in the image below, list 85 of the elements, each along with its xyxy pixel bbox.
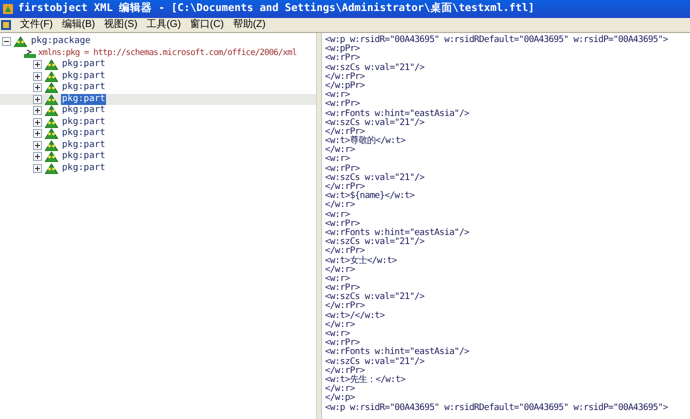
tree-node[interactable]: pkg:package [30,36,92,48]
code-line: <w:r> [325,274,350,284]
expand-icon[interactable] [33,118,42,127]
tree-node[interactable]: pkg:part [61,59,106,70]
code-line: <w:szCs w:val="21"/> [325,118,426,128]
code-line: <w:t>/</w:t> [325,312,386,321]
code-line: <w:rPr> [325,339,360,348]
tree-node[interactable]: pkg:part [61,128,106,140]
code-line: <w:szCs w:val="21"/> [325,358,426,367]
code-line: <w:szCs w:val="21"/> [325,293,426,302]
menu-item[interactable]: 窗口(C) [190,19,224,31]
code-line: <w:t>尊敬的</w:t> [325,137,406,146]
tree-node[interactable]: pkg:part [61,151,106,162]
code-line: <w:p w:rsidR="00A43695" w:rsidRDefault="00A43695" w:rsidP="00A43695"> [325,36,669,45]
code-line: <w:t>女士</w:t> [325,256,398,266]
expand-icon[interactable] [33,72,42,81]
element-node-icon [45,162,58,174]
element-node-icon [45,140,58,151]
code-line: </w:r> [325,146,356,156]
code-line: </w:rPr> [325,183,365,192]
expand-icon[interactable] [33,140,42,150]
element-node-icon [45,94,58,105]
element-node-icon [45,116,58,128]
code-line: </w:r> [325,385,356,394]
attribute-label[interactable]: xmlns:pkg = http://schemas.microsoft.com/office/2006/xml [38,48,297,59]
element-node-icon [45,70,58,82]
code-line: <w:p w:rsidR="00A43695" w:rsidRDefault="00A43695" w:rsidP="00A43695"> [325,404,669,413]
code-line: <w:r> [325,210,350,220]
menu-item[interactable]: 编辑(B) [62,19,96,31]
menu-item[interactable]: 文件(F) [20,19,53,31]
expand-icon[interactable] [33,129,42,138]
code-line: <w:rPr> [325,220,360,229]
collapse-icon[interactable] [2,37,11,46]
element-node-icon [14,36,27,48]
document-icon [1,20,11,30]
code-line: <w:rFonts w:hint="eastAsia"/> [325,110,470,118]
tree-node[interactable]: pkg:part [61,162,106,174]
code-line: </w:rPr> [325,247,365,256]
code-line: </w:p> [325,394,355,404]
expand-icon[interactable] [33,94,42,104]
element-node-icon [45,105,58,116]
tree-node[interactable]: pkg:part [61,70,106,82]
code-line: <w:rPr> [325,100,361,110]
code-line: <w:t>${name}</w:t> [325,192,416,202]
code-line: <w:pPr> [325,45,361,54]
window-title: firstobject XML 编辑器 - [C:\Documents and Settings\Administrator\桌面\testxml.ftl] [18,1,534,16]
expand-icon[interactable] [33,152,42,162]
code-line: <w:r> [325,330,350,339]
code-line: <w:szCs w:val="21"/> [325,174,426,183]
code-line: </w:pPr> [325,82,366,92]
code-line: <w:rPr> [325,54,361,64]
element-node-icon [45,151,58,162]
code-line: <w:r> [325,91,350,100]
code-line: <w:t>先生：</w:t> [325,376,406,385]
tree-node[interactable]: pkg:part [61,140,106,151]
code-line: <w:rFonts w:hint="eastAsia"/> [325,228,470,238]
expand-icon[interactable] [33,83,42,92]
code-line: <w:r> [325,155,351,164]
code-line: </w:rPr> [325,366,365,376]
menu-item[interactable]: 视图(S) [104,19,138,31]
code-line: <w:szCs w:val="21"/> [325,64,426,73]
element-node-icon [45,128,58,140]
code-line: </w:rPr> [325,128,365,137]
attribute-node-icon [24,48,36,58]
code-line: <w:rPr> [325,284,361,294]
tree-node[interactable]: pkg:part [61,82,106,94]
element-node-icon [45,82,58,94]
app-icon [2,3,14,15]
menu-item[interactable]: 帮助(Z) [232,19,266,31]
expand-icon[interactable] [33,164,42,173]
expand-icon[interactable] [33,106,42,116]
code-line: </w:r> [325,320,356,330]
tree-node[interactable]: pkg:part [61,105,106,116]
expand-icon[interactable] [33,60,42,70]
menu-item[interactable]: 工具(G) [146,19,181,31]
code-line: <w:rFonts w:hint="eastAsia"/> [325,348,470,358]
tree-node[interactable]: pkg:part [61,94,106,105]
code-line: </w:rPr> [325,72,366,82]
tree-node[interactable]: pkg:part [61,116,106,128]
code-line: </w:r> [325,201,356,211]
code-line: <w:rPr> [325,164,361,174]
code-line: </w:rPr> [325,302,366,312]
element-node-icon [45,59,58,70]
code-line: </w:r> [325,266,356,275]
code-line: <w:szCs w:val="21"/> [325,238,426,248]
